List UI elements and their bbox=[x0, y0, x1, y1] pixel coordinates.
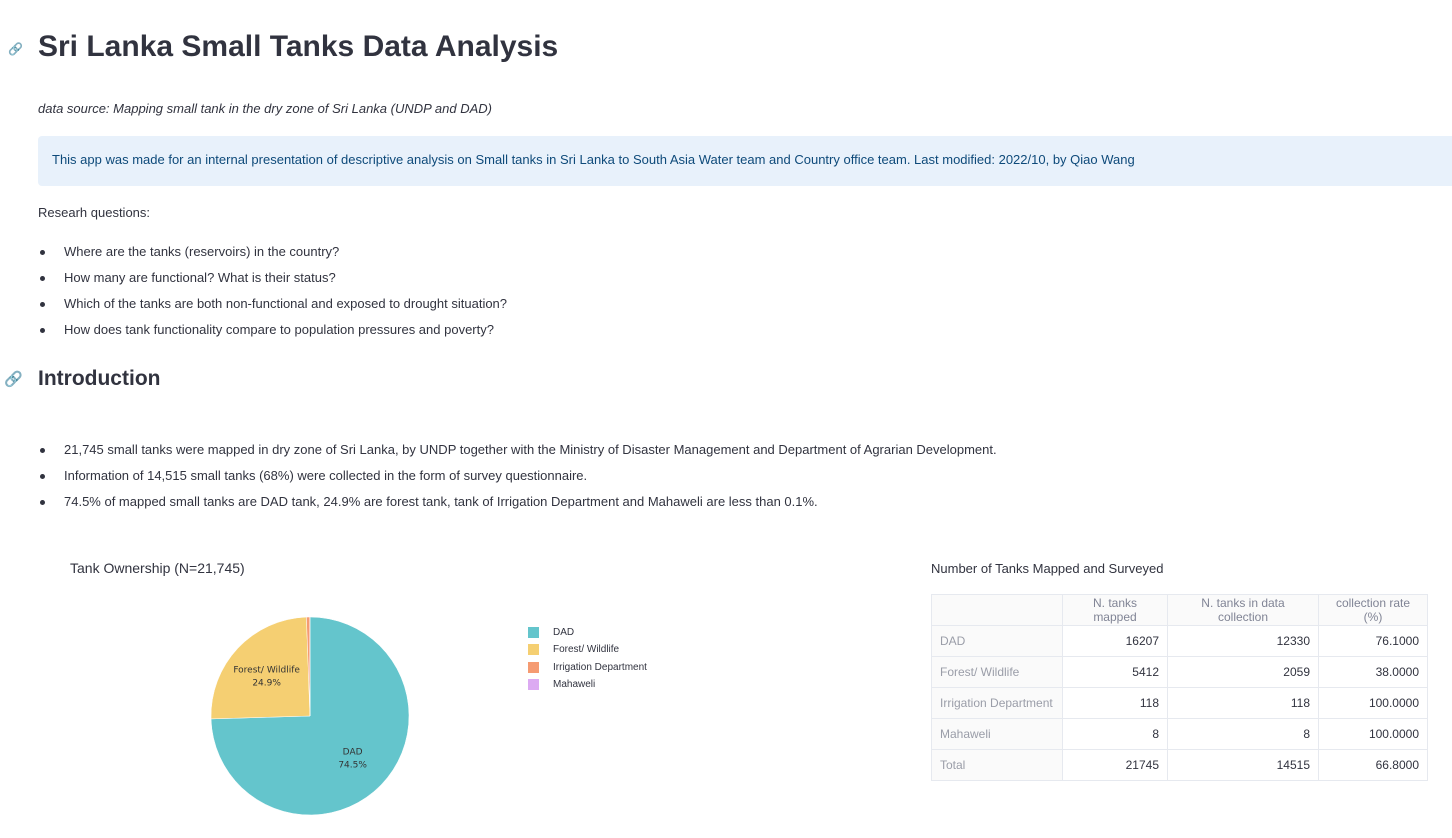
table-cell: 8 bbox=[1062, 718, 1168, 750]
data-source-caption: data source: Mapping small tank in the d… bbox=[38, 101, 493, 116]
table-cell: 66.8000 bbox=[1318, 749, 1428, 781]
list-item: Which of the tanks are both non-function… bbox=[38, 296, 507, 322]
research-questions-list: Where are the tanks (reservoirs) in the … bbox=[38, 244, 507, 348]
table-cell: 118 bbox=[1167, 687, 1319, 719]
introduction-link-icon[interactable]: 🔗 bbox=[4, 370, 23, 388]
table-cell: 8 bbox=[1167, 718, 1319, 750]
table-header-cell[interactable]: N. tanks in data collection bbox=[1167, 594, 1319, 626]
pie-label-percent: 24.9% bbox=[252, 678, 281, 688]
info-alert: This app was made for an internal presen… bbox=[38, 136, 1452, 186]
legend-label: Mahaweli bbox=[553, 679, 596, 691]
ownership-pie-chart[interactable]: DAD 74.5% Forest/ Wildlife 24.9% bbox=[200, 608, 420, 828]
table-cell: 12330 bbox=[1167, 625, 1319, 657]
table-cell: 76.1000 bbox=[1318, 625, 1428, 657]
table-cell: 100.0000 bbox=[1318, 687, 1428, 719]
legend-item[interactable]: DAD bbox=[528, 624, 647, 641]
table-row: Forest/ Wildlife 5412 2059 38.0000 bbox=[931, 656, 1428, 688]
table-row-label: Irrigation Department bbox=[931, 687, 1063, 719]
page-title: Sri Lanka Small Tanks Data Analysis bbox=[38, 30, 559, 63]
table-cell: 100.0000 bbox=[1318, 718, 1428, 750]
list-item: Where are the tanks (reservoirs) in the … bbox=[38, 244, 507, 270]
table-cell: 14515 bbox=[1167, 749, 1319, 781]
table-cell: 5412 bbox=[1062, 656, 1168, 688]
legend-swatch bbox=[528, 644, 539, 656]
table-title: Number of Tanks Mapped and Surveyed bbox=[931, 561, 1164, 576]
table-row-label: DAD bbox=[931, 625, 1063, 657]
chart-title: Tank Ownership (N=21,745) bbox=[70, 560, 245, 576]
table-row-label: Total bbox=[931, 749, 1063, 781]
table-cell: 2059 bbox=[1167, 656, 1319, 688]
legend-label: DAD bbox=[553, 627, 575, 639]
chart-legend: DAD Forest/ Wildlife Irrigation Department… bbox=[528, 624, 647, 693]
title-link-icon[interactable]: 🔗 bbox=[8, 42, 23, 56]
introduction-list: 21,745 small tanks were mapped in dry zo… bbox=[38, 442, 997, 520]
list-item: Information of 14,515 small tanks (68%) … bbox=[38, 468, 997, 494]
tanks-table: N. tanks mapped N. tanks in data collect… bbox=[931, 594, 1428, 781]
list-item: How many are functional? What is their s… bbox=[38, 270, 507, 296]
info-alert-text: This app was made for an internal presen… bbox=[52, 152, 1135, 167]
legend-item[interactable]: Mahaweli bbox=[528, 676, 647, 693]
table-cell: 16207 bbox=[1062, 625, 1168, 657]
table-cell: 21745 bbox=[1062, 749, 1168, 781]
list-item: How does tank functionality compare to p… bbox=[38, 322, 507, 348]
pie-label-name: Forest/ Wildlife bbox=[233, 665, 300, 675]
table-header-row: N. tanks mapped N. tanks in data collect… bbox=[931, 594, 1428, 626]
legend-item[interactable]: Forest/ Wildlife bbox=[528, 641, 647, 658]
table-row-label: Forest/ Wildlife bbox=[931, 656, 1063, 688]
list-item: 21,745 small tanks were mapped in dry zo… bbox=[38, 442, 997, 468]
table-header-cell[interactable] bbox=[931, 594, 1063, 626]
pie-label-percent: 74.5% bbox=[338, 760, 367, 770]
introduction-heading: Introduction bbox=[38, 367, 161, 390]
table-header-cell[interactable]: collection rate (%) bbox=[1318, 594, 1428, 626]
table-row: Irrigation Department 118 118 100.0000 bbox=[931, 687, 1428, 719]
legend-swatch bbox=[528, 627, 539, 639]
table-row: DAD 16207 12330 76.1000 bbox=[931, 625, 1428, 657]
table-row: Total 21745 14515 66.8000 bbox=[931, 749, 1428, 781]
research-questions-label: Researh questions: bbox=[38, 205, 151, 220]
pie-label-name: DAD bbox=[343, 747, 363, 757]
list-item: 74.5% of mapped small tanks are DAD tank… bbox=[38, 494, 997, 520]
streamlit-page: 🔗 Sri Lanka Small Tanks Data Analysis da… bbox=[0, 0, 1452, 838]
legend-label: Forest/ Wildlife bbox=[553, 644, 620, 656]
legend-item[interactable]: Irrigation Department bbox=[528, 659, 647, 676]
table-row: Mahaweli 8 8 100.0000 bbox=[931, 718, 1428, 750]
table-header-cell[interactable]: N. tanks mapped bbox=[1062, 594, 1168, 626]
table-cell: 118 bbox=[1062, 687, 1168, 719]
table-row-label: Mahaweli bbox=[931, 718, 1063, 750]
legend-swatch bbox=[528, 661, 539, 673]
table-cell: 38.0000 bbox=[1318, 656, 1428, 688]
legend-swatch bbox=[528, 679, 539, 691]
legend-label: Irrigation Department bbox=[553, 661, 647, 673]
